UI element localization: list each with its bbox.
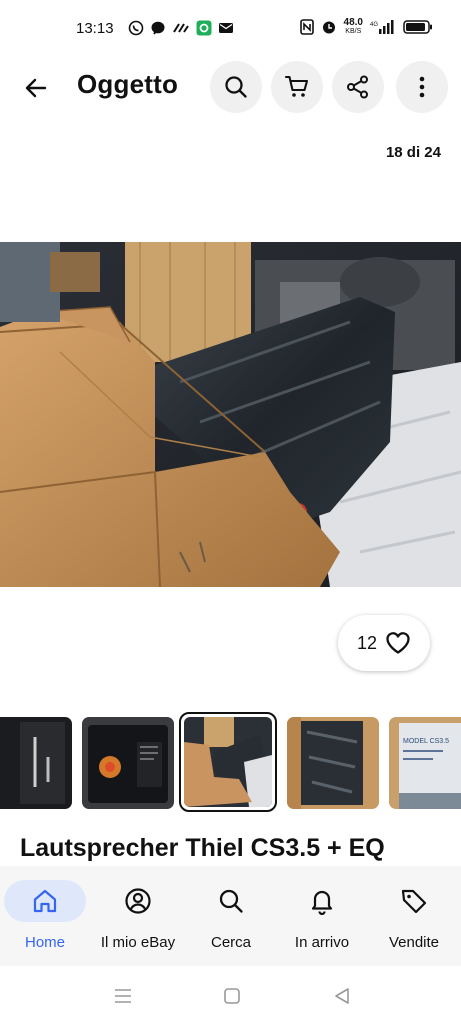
recents-button[interactable]: [111, 984, 135, 1008]
back-arrow-icon: [25, 78, 47, 98]
nav-inbox[interactable]: In arrivo: [281, 866, 363, 966]
item-title: Lautsprecher Thiel CS3.5 + EQ: [20, 834, 385, 862]
whatsapp-icon: [128, 20, 144, 36]
email-icon: [219, 23, 233, 33]
share-button[interactable]: [332, 61, 384, 113]
app-icon: [173, 23, 189, 33]
page-title: Oggetto: [77, 69, 179, 99]
triangle-back-icon: [335, 988, 349, 1004]
watch-button[interactable]: 12: [338, 615, 430, 671]
network-speed: 48.0 KB/S: [343, 17, 363, 36]
nav-selling-label: Vendite: [388, 934, 440, 951]
nav-my-ebay-label: Il mio eBay: [100, 934, 176, 951]
more-vert-icon: [419, 76, 425, 98]
thumbnail-image: [82, 717, 174, 809]
app-bar: Oggetto: [0, 56, 461, 120]
messenger-icon: [151, 21, 165, 35]
cart-icon: [284, 75, 309, 97]
heart-icon: [386, 632, 410, 654]
home-icon: [33, 889, 57, 913]
system-icons: 48.0 KB/S 4G: [299, 17, 433, 36]
menu-icon: [115, 989, 131, 1003]
back-system-button[interactable]: [330, 984, 354, 1008]
nav-search-label: Cerca: [210, 934, 251, 951]
image-counter: 18 di 24: [385, 144, 441, 161]
nav-home[interactable]: Home: [4, 866, 86, 966]
thumbnail-2[interactable]: [82, 717, 174, 809]
thumbnail-image: MODEL CS3.5: [389, 717, 461, 809]
thumbnail-strip[interactable]: MODEL CS3.5: [0, 712, 461, 814]
battery-icon: [403, 20, 432, 34]
bottom-navigation: Home Il mio eBay Cerca In arrivo Vendite: [0, 866, 461, 966]
search-button[interactable]: [210, 61, 262, 113]
bell-icon: [311, 890, 333, 915]
active-indicator: [4, 880, 86, 922]
thumbnail-3[interactable]: [179, 712, 277, 812]
thumbnail-1[interactable]: [0, 717, 72, 809]
status-bar: 13:13 48.0 KB/S 4G: [0, 0, 461, 52]
home-system-button[interactable]: [220, 984, 244, 1008]
nfc-icon: [299, 19, 314, 35]
nav-search[interactable]: Cerca: [190, 866, 272, 966]
thumbnail-4[interactable]: [287, 717, 379, 809]
back-button[interactable]: [18, 70, 54, 106]
status-time: 13:13: [76, 20, 114, 37]
thumbnail-image: [287, 717, 379, 809]
nav-selling[interactable]: Vendite: [373, 866, 455, 966]
listing-photo: [0, 242, 461, 587]
nav-inbox-label: In arrivo: [294, 934, 350, 951]
watch-count: 12: [356, 632, 378, 653]
search-icon: [225, 76, 247, 98]
green-app-icon: [196, 20, 212, 36]
main-photo[interactable]: [0, 242, 461, 587]
share-icon: [347, 75, 368, 99]
thumbnail-image: [0, 717, 72, 809]
nav-my-ebay[interactable]: Il mio eBay: [92, 866, 184, 966]
more-options-button[interactable]: [396, 61, 448, 113]
thumbnail-label: MODEL CS3.5: [403, 738, 449, 745]
alarm-icon: [322, 21, 335, 34]
user-circle-icon: [125, 888, 151, 914]
signal-icon: 4G: [370, 20, 394, 34]
search-icon: [219, 889, 243, 913]
nav-home-label: Home: [24, 934, 65, 951]
tag-icon: [401, 889, 427, 914]
svg-text:4G: 4G: [370, 22, 378, 28]
cart-button[interactable]: [271, 61, 323, 113]
thumbnail-5[interactable]: MODEL CS3.5: [389, 717, 461, 809]
system-navigation-bar: [0, 966, 461, 1024]
thumbnail-image: [184, 717, 272, 807]
square-icon: [224, 988, 240, 1004]
notification-icons: [128, 20, 234, 36]
